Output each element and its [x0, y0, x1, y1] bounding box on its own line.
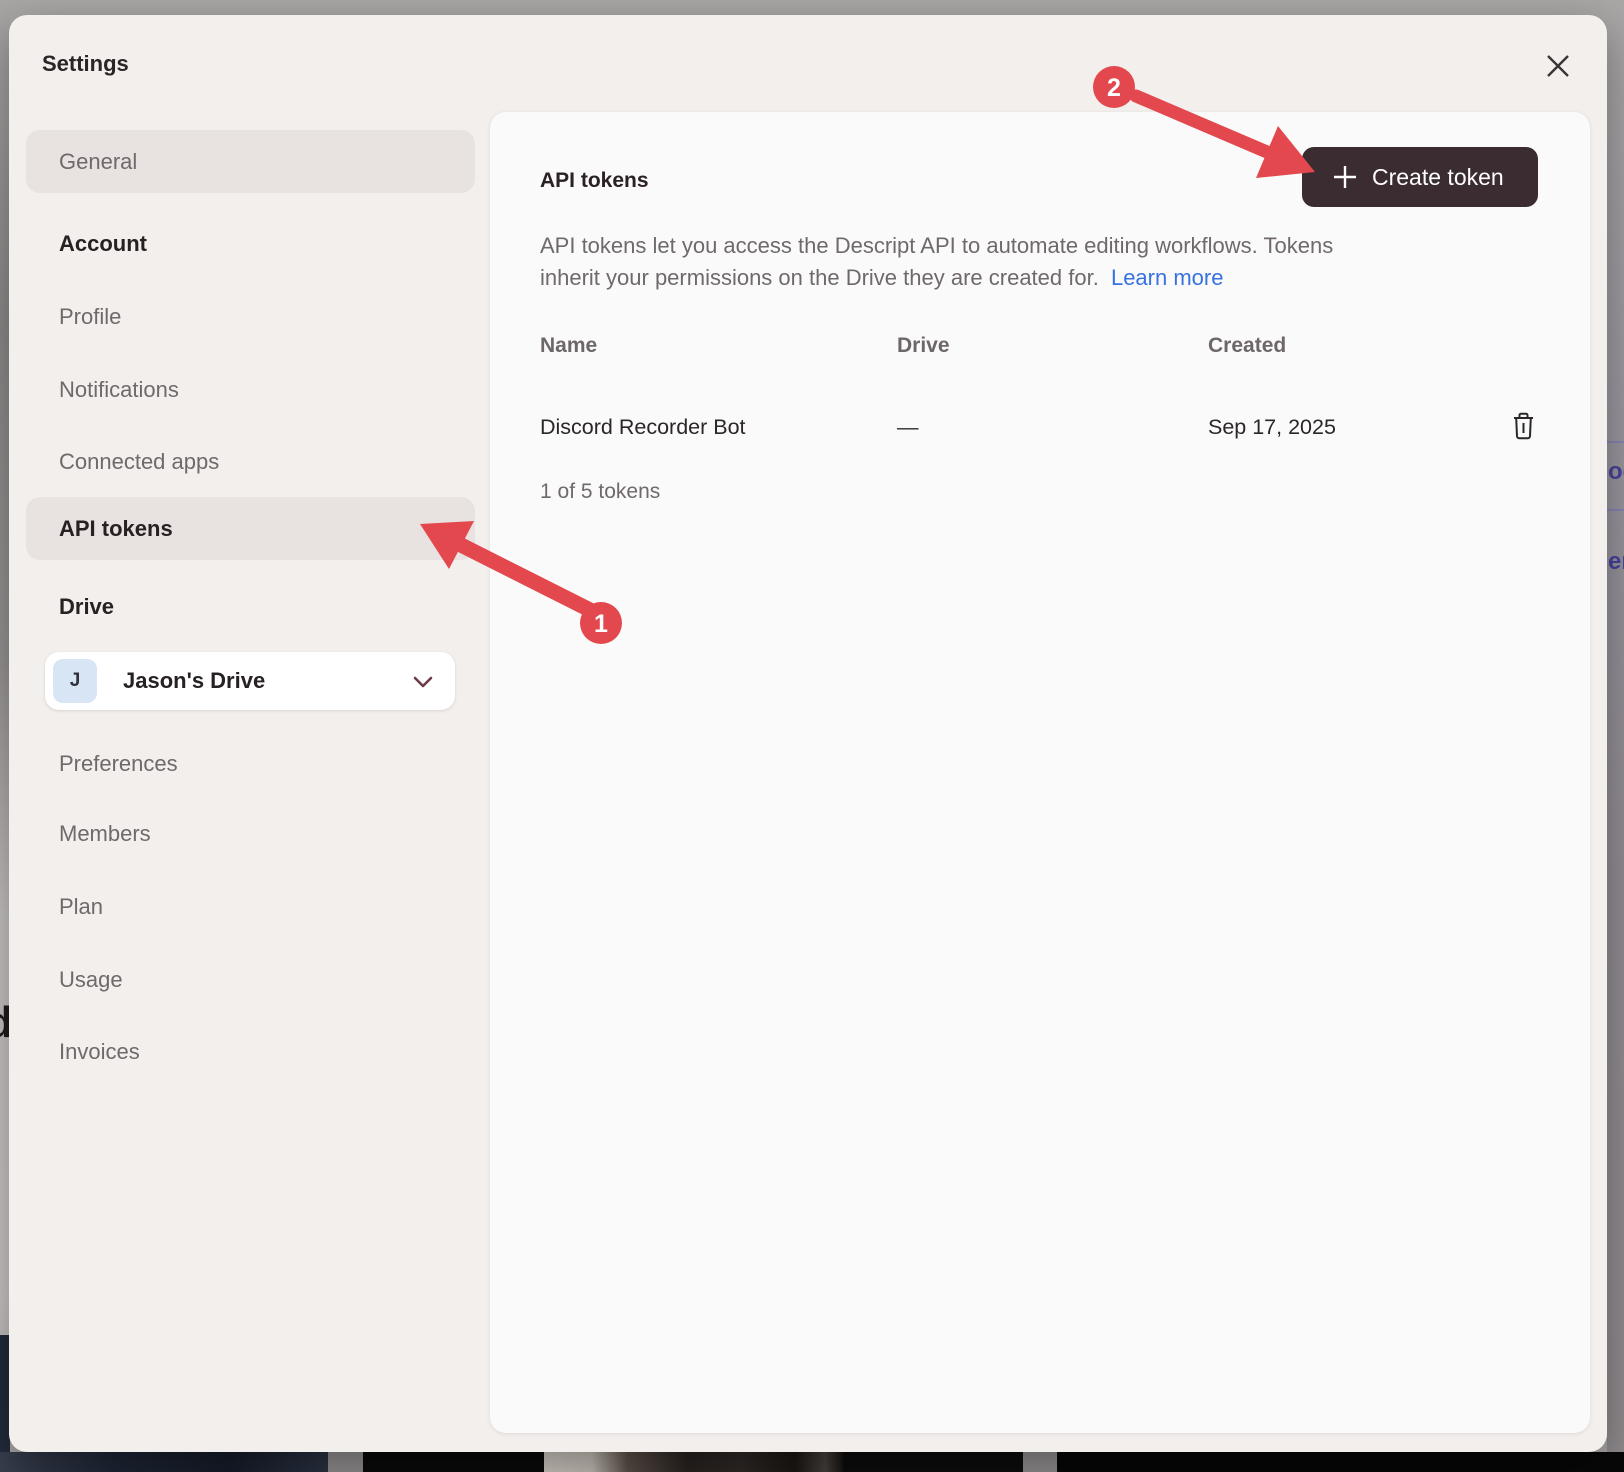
- trash-icon: [1511, 411, 1536, 441]
- close-icon: [1545, 53, 1571, 79]
- background-divider-line: [1607, 441, 1624, 443]
- sidebar-item-label: Plan: [59, 894, 103, 920]
- sidebar-item-api-tokens[interactable]: API tokens: [26, 497, 475, 560]
- column-header-created: Created: [1208, 334, 1286, 358]
- sidebar-item-label: General: [59, 149, 137, 175]
- sidebar-item-label: Profile: [59, 304, 121, 330]
- token-created-cell: Sep 17, 2025: [1208, 415, 1336, 440]
- drive-selector[interactable]: J Jason's Drive: [45, 652, 455, 710]
- sidebar-section-drive: Drive: [59, 594, 114, 620]
- create-token-label: Create token: [1372, 164, 1504, 191]
- token-count: 1 of 5 tokens: [540, 480, 660, 504]
- modal-title: Settings: [42, 51, 129, 77]
- sidebar-item-label: Connected apps: [59, 449, 219, 475]
- background-right-strip: od en: [1607, 0, 1624, 1472]
- sidebar-item-general[interactable]: General: [26, 130, 475, 193]
- sidebar-item-label: Notifications: [59, 377, 179, 403]
- panel-description: API tokens let you access the Descript A…: [540, 230, 1480, 293]
- panel-heading: API tokens: [540, 169, 649, 193]
- video-thumbnail: [363, 1452, 544, 1472]
- settings-modal: Settings General Account Profile Notific…: [9, 15, 1607, 1452]
- sidebar-item-label: Preferences: [59, 751, 178, 777]
- screen: d od en Settings General Account Profile: [0, 0, 1624, 1472]
- sidebar-item-invoices[interactable]: Invoices: [26, 1020, 475, 1083]
- background-text-fragment-right-1: od: [1608, 458, 1624, 486]
- description-line-2: inherit your permissions on the Drive th…: [540, 262, 1480, 294]
- sidebar-item-label: Members: [59, 821, 151, 847]
- token-name-cell: Discord Recorder Bot: [540, 415, 746, 440]
- sidebar-item-usage[interactable]: Usage: [26, 948, 475, 1011]
- column-header-drive: Drive: [897, 334, 950, 358]
- video-thumbnail: [1057, 1452, 1624, 1472]
- token-drive-cell: —: [897, 415, 919, 440]
- sidebar-item-members[interactable]: Members: [26, 802, 475, 865]
- sidebar-section-account: Account: [59, 231, 147, 257]
- background-text-fragment-right-2: en: [1608, 548, 1624, 576]
- sidebar-item-profile[interactable]: Profile: [26, 285, 475, 348]
- video-thumbnail: [544, 1452, 843, 1472]
- close-button[interactable]: [1538, 46, 1578, 86]
- video-thumbnail: [843, 1452, 1023, 1472]
- description-line-1: API tokens let you access the Descript A…: [540, 230, 1480, 262]
- delete-token-button[interactable]: [1511, 411, 1541, 443]
- sidebar-item-notifications[interactable]: Notifications: [26, 358, 475, 421]
- background-divider-line: [1607, 509, 1624, 511]
- drive-avatar: J: [53, 659, 97, 703]
- video-thumbnail: [0, 1452, 328, 1472]
- learn-more-link[interactable]: Learn more: [1111, 265, 1224, 290]
- drive-selector-label: Jason's Drive: [123, 652, 265, 710]
- sidebar-item-connected-apps[interactable]: Connected apps: [26, 430, 475, 493]
- column-header-name: Name: [540, 334, 597, 358]
- create-token-button[interactable]: Create token: [1302, 147, 1538, 207]
- chevron-down-icon: [413, 676, 433, 688]
- background-top-strip: [0, 0, 1624, 16]
- sidebar-item-plan[interactable]: Plan: [26, 875, 475, 938]
- video-thumbnail-strip: [0, 1452, 1624, 1472]
- sidebar-item-label: Invoices: [59, 1039, 140, 1065]
- sidebar-item-label: Usage: [59, 967, 123, 993]
- sidebar-item-preferences[interactable]: Preferences: [26, 732, 475, 795]
- api-tokens-panel: API tokens Create token API tokens let y…: [490, 112, 1590, 1433]
- sidebar-item-label: API tokens: [59, 516, 173, 542]
- plus-icon: [1330, 162, 1360, 192]
